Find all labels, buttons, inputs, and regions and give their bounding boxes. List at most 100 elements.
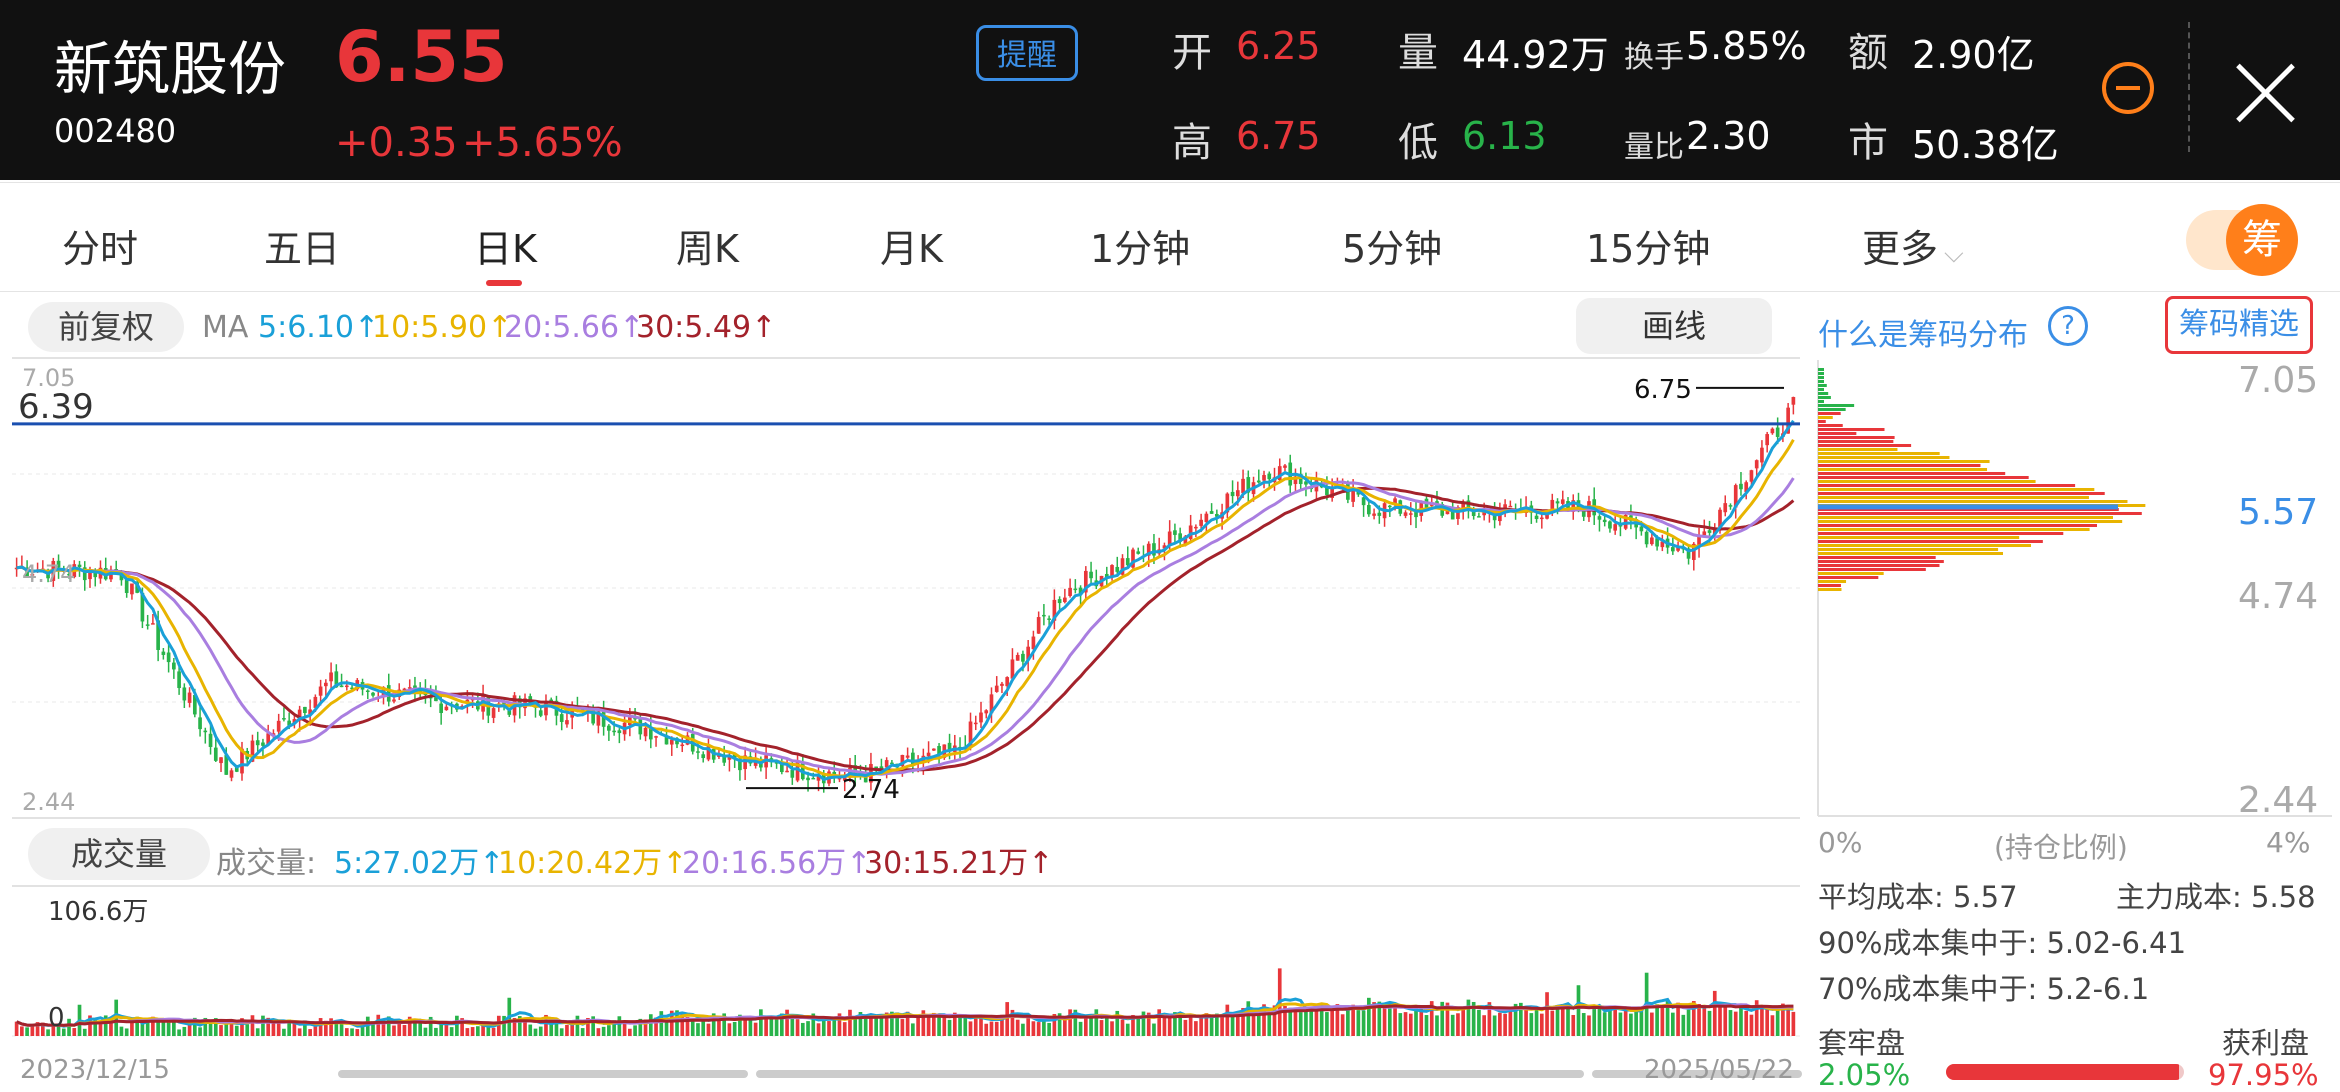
volume-bar [1681, 1014, 1686, 1036]
volume-zero-label: 0 [48, 1003, 65, 1033]
concentration-70: 70%成本集中于: 5.2-6.1 [1818, 972, 2150, 1006]
volume-bar [816, 1023, 821, 1036]
chip-bar [1818, 408, 1846, 411]
volume-bar [989, 1021, 994, 1036]
volume-bar [1194, 1021, 1198, 1036]
chip-bar [1818, 380, 1824, 383]
volume-bar [800, 1022, 805, 1036]
candle-body [1063, 597, 1067, 603]
volume-bar [423, 1027, 428, 1036]
crosshair-price-label: 6.39 [18, 387, 94, 427]
vol-ma5-value: 5:27.02万↑ [334, 846, 505, 881]
volume-bar [1791, 1011, 1796, 1036]
chip-select-button[interactable]: 筹码精选 [2165, 296, 2313, 354]
tab-more[interactable]: 更多 ⌵ [1862, 218, 1964, 273]
scrollbar-segment[interactable] [338, 1070, 748, 1078]
candle-body [1256, 480, 1261, 483]
volume-bar [911, 1023, 915, 1036]
volume-bar [1571, 1014, 1576, 1036]
tab-1min[interactable]: 1分钟 [1090, 218, 1190, 273]
chip-bar [1818, 460, 1990, 463]
chip-bar [1818, 472, 2006, 475]
volume-bar [30, 1025, 35, 1036]
close-icon[interactable] [2230, 58, 2300, 128]
turnover-label: 换手 [1624, 40, 1684, 75]
turnover-value: 5.85% [1686, 24, 1807, 68]
chip-bar [1818, 540, 2043, 543]
volume-bar [607, 1025, 611, 1036]
tab-daily-k[interactable]: 日K [474, 218, 537, 273]
chip-bar [1818, 452, 1940, 455]
volume-bar [1325, 1012, 1329, 1036]
chip-bar [1818, 552, 2003, 555]
chip-bar [1818, 392, 1829, 395]
tab-15min[interactable]: 15分钟 [1586, 218, 1710, 273]
volume-bar [842, 1022, 847, 1036]
candle-body [1608, 521, 1612, 529]
volume-bar [1015, 1019, 1020, 1036]
volume-bar [1655, 1004, 1659, 1036]
candle-body [1765, 434, 1770, 446]
tab-weekly-k[interactable]: 周K [676, 218, 739, 273]
tab-monthly-k[interactable]: 月K [880, 218, 943, 273]
volume-bar [706, 1023, 711, 1036]
volume-bar [245, 1024, 250, 1036]
volume-bar [1036, 1022, 1041, 1036]
concentration-90: 90%成本集中于: 5.02-6.41 [1818, 926, 2187, 960]
volume-max-label: 106.6万 [48, 897, 148, 927]
volume-bar [1592, 1008, 1597, 1036]
help-icon[interactable]: ? [2048, 306, 2088, 346]
candle-body [926, 752, 931, 757]
volume-bar [1456, 1013, 1460, 1036]
volume-bar [1775, 1010, 1780, 1036]
volume-bar [82, 1028, 87, 1036]
volume-bar [947, 1019, 952, 1036]
volume-bar [261, 1015, 265, 1036]
chip-dist-title[interactable]: 什么是筹码分布 [1818, 310, 2028, 354]
chip-bar [1818, 576, 1879, 579]
market-cap-value: 50.38亿 [1912, 123, 2059, 167]
chip-toggle-knob[interactable]: 筹 [2226, 204, 2298, 276]
candle-body [1209, 511, 1214, 514]
chip-bar [1818, 496, 2089, 499]
volume-bar [1503, 1013, 1507, 1036]
volume-bar [690, 1020, 695, 1036]
candle-body [1204, 513, 1209, 523]
volume-indicator-select[interactable]: 成交量 [28, 828, 210, 880]
candle-body [643, 727, 648, 737]
volume-bar [753, 1022, 758, 1036]
volume-bar [130, 1021, 134, 1036]
scrollbar-segment[interactable] [756, 1070, 1584, 1078]
candle-body [1115, 566, 1120, 572]
price-chart[interactable]: 7.05 6.39 4.74 2.44 6.75 2.74 [0, 356, 1810, 820]
volume-bar [282, 1028, 286, 1036]
volume-bar [229, 1023, 234, 1036]
volume-bar [1539, 1013, 1544, 1036]
tab-5min[interactable]: 5分钟 [1342, 218, 1442, 273]
candle-body [1372, 513, 1376, 516]
profit-ratio-fill [1946, 1064, 2180, 1080]
volume-bar [559, 1028, 564, 1036]
draw-line-button[interactable]: 画线 [1576, 298, 1772, 354]
volume-bar [1256, 1014, 1261, 1036]
volume-bar [1414, 1007, 1418, 1036]
chip-bar [1818, 588, 1842, 591]
volume-bar [1723, 1006, 1728, 1036]
end-date: 2025/05/22 [1644, 1055, 1794, 1080]
volume-bar [1466, 999, 1471, 1036]
max-annotation: 6.75 [1634, 375, 1692, 405]
remind-button[interactable]: 提醒 [976, 25, 1078, 81]
candle-body [1283, 465, 1287, 468]
tab-intraday[interactable]: 分时 [62, 218, 138, 273]
adjust-select[interactable]: 前复权 [28, 302, 184, 352]
chip-bar [1818, 488, 2095, 491]
chip-bar [1818, 500, 2128, 503]
tab-five-day[interactable]: 五日 [264, 218, 340, 273]
remove-watchlist-icon[interactable] [2102, 62, 2154, 114]
volume-bar [533, 1028, 538, 1036]
candle-body [187, 692, 192, 703]
volume-chart[interactable]: 106.6万 0 2023/12/15 2025/05/22 [0, 884, 1810, 1080]
volume-bar [937, 1017, 941, 1036]
volume-bar [381, 1023, 386, 1036]
volume-bar [1555, 1006, 1560, 1036]
